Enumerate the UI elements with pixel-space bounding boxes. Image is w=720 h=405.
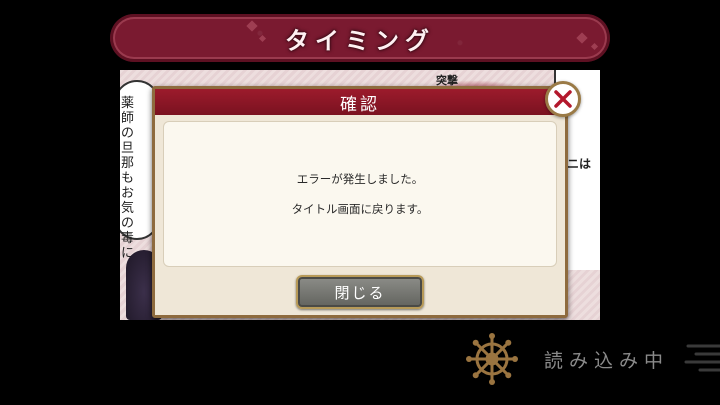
dialog-header: 確認	[155, 89, 565, 115]
dialog-title: 確認	[340, 94, 380, 115]
banner-diamond-decoration	[590, 42, 599, 51]
loading-label: 読み込み中	[544, 350, 670, 372]
close-dialog-button-label: 閉じる	[334, 283, 386, 302]
cloud-decoration-icon	[684, 344, 720, 372]
banner-title: タイミング	[285, 26, 435, 55]
speech-bubble-text: 薬師の旦那もお気の毒に……	[121, 96, 160, 261]
close-icon	[554, 90, 572, 108]
banner-diamond-decoration	[258, 34, 267, 43]
banner-diamond-decoration	[576, 32, 588, 44]
dialog-message-box: エラーが発生しました。 タイトル画面に戻ります。	[163, 121, 557, 267]
dialog-message-line: タイトル画面に戻ります。	[291, 202, 429, 216]
ship-wheel-loading-icon	[466, 333, 518, 385]
dialog-message-line: エラーが発生しました。	[296, 172, 424, 186]
dialog-close-x-button[interactable]	[545, 81, 581, 117]
close-dialog-button[interactable]: 閉じる	[296, 275, 424, 309]
comic-right-text: ニは	[567, 157, 592, 171]
banner-diamond-decoration	[246, 20, 258, 32]
confirm-dialog: 確認 エラーが発生しました。 タイトル画面に戻ります。 閉じる	[152, 86, 568, 318]
title-banner: タイミング	[110, 14, 610, 62]
